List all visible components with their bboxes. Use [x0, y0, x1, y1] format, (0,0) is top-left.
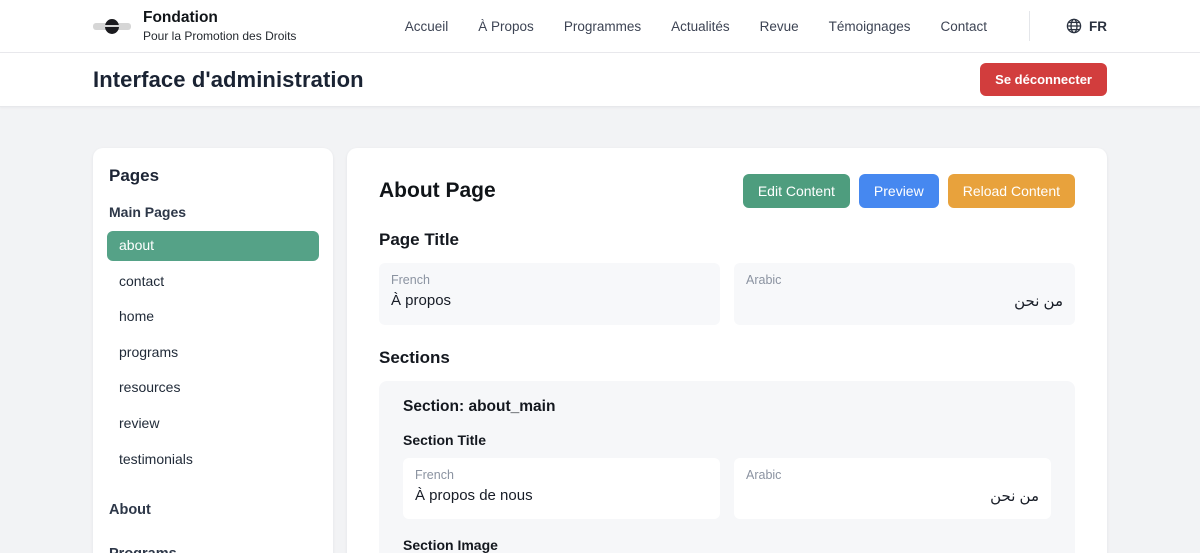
main-nav: Accueil À Propos Programmes Actualités R… [405, 11, 1107, 41]
panel-actions: Edit Content Preview Reload Content [743, 174, 1075, 208]
nav-link-accueil[interactable]: Accueil [405, 19, 449, 34]
french-label: French [415, 468, 708, 482]
nav-link-revue[interactable]: Revue [760, 19, 799, 34]
section-title-arabic-field[interactable]: Arabic من نحن [734, 458, 1051, 519]
brand[interactable]: Fondation Pour la Promotion des Droits [93, 9, 296, 44]
brand-text: Fondation Pour la Promotion des Droits [143, 9, 296, 44]
about-page-panel: About Page Edit Content Preview Reload C… [347, 148, 1107, 553]
admin-header: Interface d'administration Se déconnecte… [0, 53, 1200, 107]
page-title-french-field[interactable]: French À propos [379, 263, 720, 325]
sidebar-title: Pages [109, 166, 317, 186]
nav-link-a-propos[interactable]: À Propos [478, 19, 534, 34]
edit-content-button[interactable]: Edit Content [743, 174, 850, 208]
sidebar-section-programs[interactable]: Programs [109, 546, 317, 553]
sidebar-item-resources[interactable]: resources [107, 373, 319, 403]
content-area: Pages Main Pages about contact home prog… [0, 107, 1200, 553]
french-value: À propos de nous [415, 487, 708, 504]
brand-name: Fondation [143, 9, 296, 28]
arabic-label: Arabic [746, 273, 1063, 287]
page-title: Interface d'administration [93, 67, 364, 93]
section-title-fields: French À propos de nous Arabic من نحن [403, 458, 1051, 519]
brand-tagline: Pour la Promotion des Droits [143, 29, 296, 43]
nav-link-programmes[interactable]: Programmes [564, 19, 641, 34]
page-title-arabic-field[interactable]: Arabic من نحن [734, 263, 1075, 325]
top-navbar: Fondation Pour la Promotion des Droits A… [0, 0, 1200, 53]
arabic-label: Arabic [746, 468, 1039, 482]
globe-icon [1066, 18, 1082, 34]
sidebar-item-contact[interactable]: contact [107, 267, 319, 297]
french-value: À propos [391, 292, 708, 309]
nav-link-contact[interactable]: Contact [940, 19, 987, 34]
sidebar-page-list: about contact home programs resources re… [107, 231, 319, 474]
pages-sidebar: Pages Main Pages about contact home prog… [93, 148, 333, 553]
sidebar-item-testimonials[interactable]: testimonials [107, 445, 319, 475]
arabic-value: من نحن [746, 487, 1039, 505]
foundation-logo-icon [93, 13, 131, 39]
arabic-value: من نحن [746, 292, 1063, 310]
language-switcher[interactable]: FR [1066, 18, 1107, 34]
nav-link-actualites[interactable]: Actualités [671, 19, 730, 34]
section-title-heading: Section Title [403, 432, 1051, 448]
french-label: French [391, 273, 708, 287]
page-title-fields: French À propos Arabic من نحن [379, 263, 1075, 325]
panel-header: About Page Edit Content Preview Reload C… [379, 174, 1075, 208]
nav-link-temoignages[interactable]: Témoignages [829, 19, 911, 34]
nav-divider [1029, 11, 1030, 41]
reload-content-button[interactable]: Reload Content [948, 174, 1075, 208]
sidebar-item-programs[interactable]: programs [107, 338, 319, 368]
page-title-heading: Page Title [379, 230, 1075, 250]
logout-button[interactable]: Se déconnecter [980, 63, 1107, 96]
section-about-main-card: Section: about_main Section Title French… [379, 381, 1075, 553]
section-title-french-field[interactable]: French À propos de nous [403, 458, 720, 519]
section-name: Section: about_main [403, 398, 1051, 416]
sidebar-item-home[interactable]: home [107, 302, 319, 332]
section-image-heading: Section Image [403, 537, 1051, 553]
sidebar-group-main-pages: Main Pages [109, 204, 317, 220]
sidebar-item-review[interactable]: review [107, 409, 319, 439]
preview-button[interactable]: Preview [859, 174, 939, 208]
sidebar-item-about[interactable]: about [107, 231, 319, 261]
panel-title: About Page [379, 179, 496, 203]
sections-heading: Sections [379, 348, 1075, 368]
sidebar-section-about[interactable]: About [109, 502, 317, 518]
language-label: FR [1089, 19, 1107, 34]
